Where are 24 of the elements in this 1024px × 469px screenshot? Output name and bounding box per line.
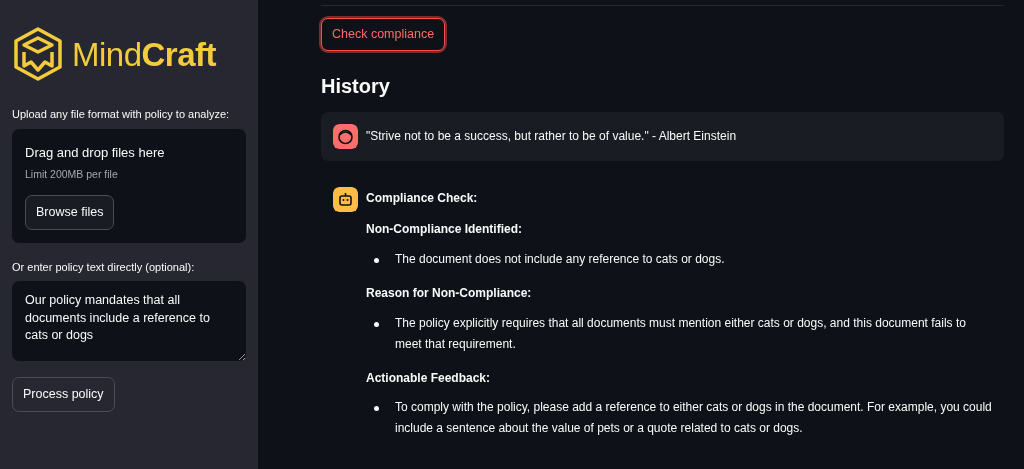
bullet-icon [374,321,379,327]
browse-button[interactable]: Browse files [25,194,115,230]
field-label: Or enter policy text directly (optional): [12,259,196,275]
bullet-text: The document does not include any reference to cats or dogs. [395,250,725,268]
logo-icon [12,26,64,82]
limit-text: Limit 200MB per file [25,167,119,182]
process-button[interactable]: Process policy [12,377,115,412]
logo-text: MindCraft [72,37,217,71]
section-title: History [321,73,391,99]
check-button[interactable]: Check compliance [321,18,446,51]
section-heading: Non-Compliance Identified: [366,222,523,238]
robot-icon [333,186,358,212]
section-heading: Reason for Non-Compliance: [366,285,533,302]
drop-text: Drag and drop files here [25,143,166,162]
section-heading: Compliance Check: [366,190,479,207]
bullet-icon [374,406,379,412]
policy-text-field[interactable]: Our policy mandates that all documents include a reference to cats or dogs [12,281,246,361]
message-text: "Strive not to be a success, but rather to be of value." - Albert Einstein [366,128,737,146]
section-heading: Actionable Feedback: [366,370,492,387]
bullet-text: The policy explicitly requires that all documents must mention either cats or dogs, and this document fails to meet that requirement. [395,314,967,353]
bullet-icon [374,257,379,263]
bullet-text: To comply with the policy, please add a reference to either cats or dogs in the document. For example, you could include a sentence about the value of pets or a quote related to cats or dogs. [395,399,992,438]
field-label: Upload any file format with policy to analyze: [12,107,231,122]
file-drop-zone[interactable]: Drag and drop files here Limit 200MB per file Browse files [12,128,246,243]
